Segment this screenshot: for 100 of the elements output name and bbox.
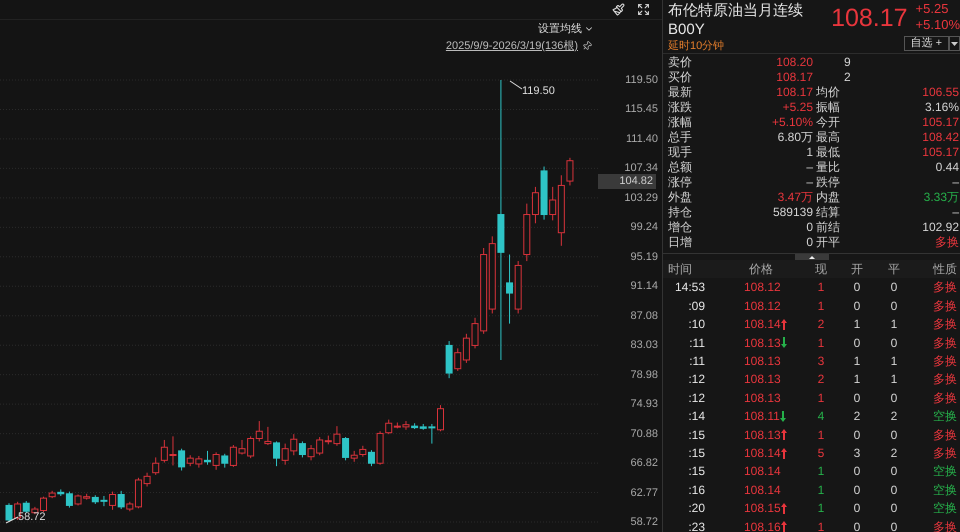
quote-value: +5.10%: [770, 115, 813, 130]
axis-tick-label: 62.77: [630, 486, 658, 500]
candlestick: [359, 445, 366, 458]
trade-price: 108.14: [744, 445, 781, 462]
quote-label: 均价: [815, 85, 841, 100]
watchlist-button[interactable]: 自选 +: [904, 36, 949, 51]
trade-close: 0: [890, 518, 898, 532]
quote-value: 0.44: [934, 160, 959, 175]
axis-tick-label: 119.50: [625, 73, 658, 87]
candlestick: [195, 455, 202, 468]
trade-price: 108.13: [744, 390, 781, 407]
axis-tick-label: 83.03: [630, 338, 658, 352]
quote-label: 总额: [667, 160, 693, 175]
candlestick: [212, 452, 220, 470]
trade-close: 2: [890, 445, 898, 462]
collapse-handle[interactable]: [794, 254, 828, 260]
quote-value: 108.42: [921, 130, 959, 145]
quote-value: 0: [805, 220, 813, 235]
trade-nature: 多换: [932, 316, 958, 334]
trade-close: 1: [890, 371, 898, 388]
trade-nature: 空换: [932, 500, 958, 518]
quote-value: 1: [805, 145, 813, 160]
trade-price: 108.16: [744, 518, 781, 532]
trade-volume: 1: [816, 518, 826, 532]
trade-nature: 空换: [932, 463, 958, 480]
column-header: 时间: [667, 261, 693, 278]
candlestick: [437, 404, 444, 432]
trade-open: 0: [852, 518, 862, 532]
axis-tick-label: 111.40: [626, 132, 658, 146]
axis-tick-label: 66.82: [630, 456, 658, 470]
quote-value: 106.55: [921, 85, 959, 100]
trade-nature: 多换: [932, 390, 958, 407]
candlestick: [273, 440, 280, 467]
trade-nature: 多换: [932, 298, 958, 315]
candlestick: [152, 456, 160, 476]
quote-value: +5.25: [782, 100, 813, 115]
candlestick: [385, 419, 392, 435]
expand-icon[interactable]: [637, 3, 650, 16]
trade-time: :20: [687, 500, 706, 518]
dropdown-button[interactable]: [949, 36, 960, 51]
trade-price: 108.12: [744, 279, 781, 296]
quote-label: 现手: [667, 145, 693, 160]
trade-price: 108.12: [744, 298, 781, 315]
axis-tick-label: 99.24: [630, 220, 658, 234]
trade-volume: 1: [816, 298, 826, 315]
axis-tick-label: 87.08: [630, 308, 658, 323]
trade-close: 1: [890, 353, 898, 370]
trade-open: 0: [852, 298, 862, 315]
quote-label: 买价: [667, 70, 693, 85]
trade-price: 108.14: [744, 316, 781, 334]
quote-value: 多换: [934, 235, 959, 250]
trade-price: 108.13: [744, 334, 781, 352]
candlestick: [342, 436, 350, 461]
axis-tick-label: 58.72: [630, 515, 658, 529]
quote-volume: 2: [843, 70, 851, 85]
quote-label: 最高: [815, 130, 841, 145]
quote-value: 0: [805, 235, 813, 250]
quote-value: 102.92: [921, 220, 959, 235]
candlestick: [264, 426, 272, 446]
axis-tick-label: 78.98: [630, 368, 658, 382]
trade-price: 108.14: [744, 463, 781, 480]
ma-settings-dropdown[interactable]: 设置均线: [538, 21, 594, 38]
trade-open: 0: [852, 482, 862, 499]
trade-close: 1: [890, 316, 898, 334]
trade-volume: 3: [816, 353, 826, 370]
axis-tick-label: 74.93: [630, 397, 658, 412]
quote-label: 最新: [667, 85, 693, 100]
trade-nature: 多换: [932, 445, 958, 462]
column-header: 现: [814, 261, 828, 278]
candlestick: [506, 254, 514, 324]
quote-label: 涨停: [667, 175, 693, 190]
price-change: +5.25: [916, 1, 948, 17]
candlestick: [109, 491, 116, 510]
column-header: 平: [887, 261, 901, 278]
date-range-link[interactable]: 2025/9/9-2026/3/19(136根): [446, 38, 578, 54]
trade-open: 0: [852, 279, 862, 296]
caret-icon: [951, 42, 958, 46]
axis-tick-label: 107.34: [624, 161, 658, 176]
leader-line: [5, 516, 19, 524]
trade-open: 1: [852, 353, 862, 370]
trade-time: :15: [687, 445, 706, 462]
axis-tick-label: 95.19: [630, 250, 658, 264]
trade-nature: 空换: [932, 408, 958, 426]
quote-label: 卖价: [667, 55, 693, 70]
trade-close: 0: [890, 426, 898, 444]
candlestick: [204, 450, 211, 466]
trade-open: 3: [852, 445, 862, 462]
trade-volume: 1: [816, 426, 826, 444]
quote-label: 今开: [815, 115, 841, 130]
quote-price: 108.17: [775, 70, 813, 85]
quote-price: 108.20: [775, 55, 813, 70]
trade-open: 0: [852, 390, 862, 407]
quote-value: 3.47万: [776, 190, 813, 205]
trade-nature: 多换: [932, 371, 958, 388]
trade-time: :11: [688, 353, 706, 370]
trade-volume: 1: [816, 500, 826, 518]
trade-close: 0: [890, 390, 898, 407]
brush-icon[interactable]: [612, 3, 625, 16]
trade-time: :12: [687, 390, 706, 407]
instrument-code: B00Y: [668, 20, 706, 39]
